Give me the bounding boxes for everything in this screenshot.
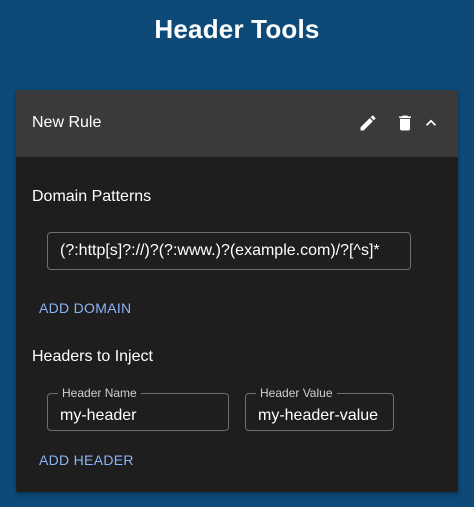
edit-rule-button[interactable]	[356, 111, 380, 135]
domain-pattern-input[interactable]	[60, 233, 402, 269]
header-name-label: Header Name	[58, 386, 141, 400]
delete-rule-button[interactable]	[393, 111, 417, 135]
header-value-input[interactable]	[258, 402, 385, 430]
trash-icon	[399, 115, 411, 131]
headers-to-inject-label: Headers to Inject	[32, 348, 153, 365]
rule-title: New Rule	[32, 114, 102, 131]
app-title: Header Tools	[154, 14, 320, 44]
header-name-field[interactable]: Header Name	[47, 386, 229, 431]
collapse-rule-button[interactable]	[419, 111, 443, 135]
add-header-button[interactable]: ADD HEADER	[39, 452, 134, 468]
rule-card-header[interactable]: New Rule	[16, 90, 458, 157]
domain-patterns-label: Domain Patterns	[32, 188, 152, 205]
domain-pattern-field[interactable]	[47, 232, 411, 270]
pencil-icon	[360, 115, 376, 131]
add-domain-button[interactable]: ADD DOMAIN	[39, 300, 131, 316]
header-value-label: Header Value	[256, 386, 337, 400]
header-value-field[interactable]: Header Value	[245, 386, 394, 431]
header-name-input[interactable]	[60, 402, 220, 430]
rule-card: New Rule Domain Patterns ADD DOMAIN Head…	[16, 90, 458, 492]
chevron-up-icon	[426, 119, 436, 126]
